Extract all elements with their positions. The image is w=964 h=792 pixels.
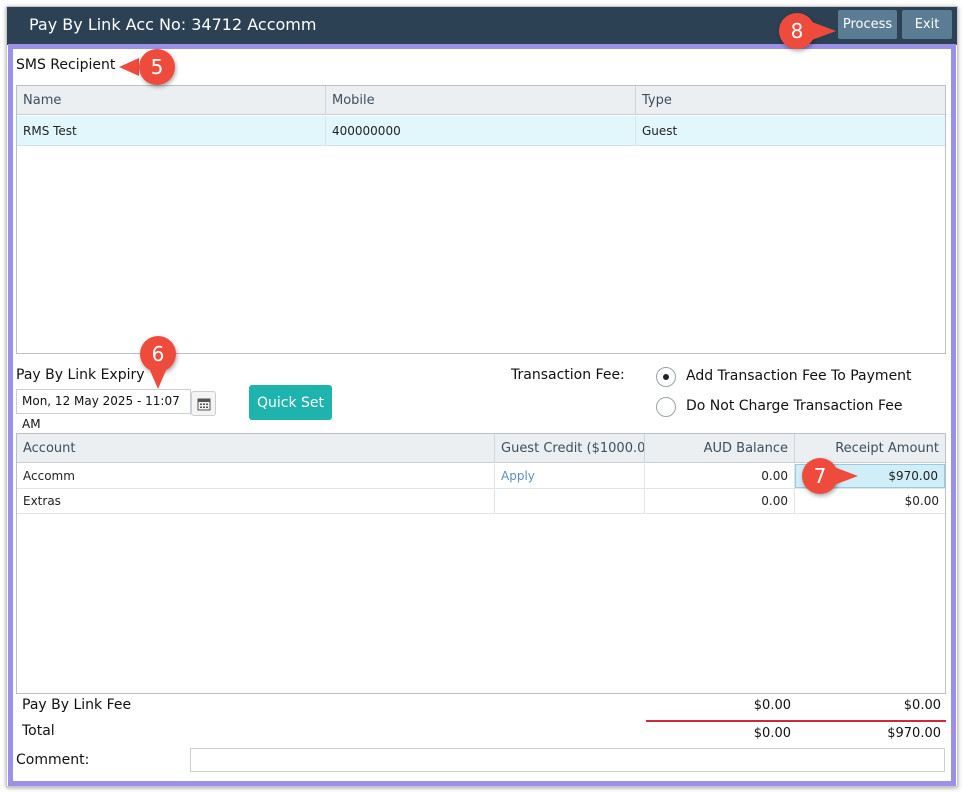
no-fee-option-label[interactable]: Do Not Charge Transaction Fee (686, 398, 903, 414)
annotation-marker-5: 5 (139, 49, 175, 85)
column-header-guest-credit[interactable]: Guest Credit ($1000.00) (495, 434, 645, 463)
column-header-aud-balance[interactable]: AUD Balance (645, 434, 795, 463)
column-header-name[interactable]: Name (17, 86, 326, 115)
fee-balance-value: $0.00 (753, 698, 791, 713)
aud-balance-value: 0.00 (645, 489, 795, 513)
transaction-fee-label: Transaction Fee: (511, 367, 625, 383)
calendar-icon (197, 398, 210, 410)
dialog-title: Pay By Link Acc No: 34712 Accomm (29, 15, 317, 34)
aud-balance-value: 0.00 (645, 464, 795, 488)
exit-button[interactable]: Exit (902, 10, 952, 39)
total-balance-value: $0.00 (753, 726, 791, 741)
account-name: Extras (17, 489, 495, 513)
add-fee-option-label[interactable]: Add Transaction Fee To Payment (686, 368, 912, 384)
sms-recipient-label: SMS Recipient (16, 57, 116, 73)
total-label: Total (22, 723, 55, 739)
add-fee-radio[interactable] (656, 367, 676, 387)
calendar-button[interactable] (191, 391, 216, 416)
sms-grid-header: Name Mobile Type (17, 86, 945, 115)
account-row-extras: Extras 0.00 $0.00 (17, 489, 945, 514)
annotation-marker-8: 8 (779, 13, 815, 49)
annotation-marker-6: 6 (140, 336, 176, 372)
pay-by-link-fee-label: Pay By Link Fee (22, 697, 132, 713)
accounts-grid-header: Account Guest Credit ($1000.00) AUD Bala… (17, 434, 945, 463)
recipient-type: Guest (642, 123, 678, 138)
column-header-type[interactable]: Type (636, 86, 945, 115)
quick-set-button[interactable]: Quick Set (249, 385, 332, 420)
apply-credit-link[interactable]: Apply (495, 464, 645, 488)
expiry-label: Pay By Link Expiry (16, 367, 145, 383)
apply-credit-link (495, 489, 645, 513)
column-header-mobile[interactable]: Mobile (326, 86, 636, 115)
sms-recipient-row[interactable]: RMS Test 400000000 Guest (17, 116, 945, 146)
marker-5-pointer (119, 58, 139, 76)
recipient-mobile: 400000000 (326, 116, 636, 145)
recipient-name: RMS Test (17, 116, 326, 145)
total-receipt-value: $970.00 (887, 726, 941, 741)
comment-label: Comment: (16, 752, 90, 768)
total-divider-line (646, 720, 946, 722)
comment-field[interactable] (190, 748, 945, 772)
marker-6-pointer (149, 368, 167, 389)
expiry-date-field[interactable]: Mon, 12 May 2025 - 11:07 AM (16, 389, 191, 431)
process-button[interactable]: Process (838, 10, 897, 39)
annotation-marker-7: 7 (802, 458, 838, 494)
marker-8-pointer (812, 22, 836, 40)
no-fee-radio[interactable] (656, 397, 676, 417)
account-name: Accomm (17, 464, 495, 488)
marker-7-pointer (834, 467, 858, 485)
column-header-account[interactable]: Account (17, 434, 495, 463)
sms-recipient-grid: Name Mobile Type RMS Test 400000000 Gues… (16, 85, 946, 354)
fee-receipt-value: $0.00 (903, 698, 941, 713)
